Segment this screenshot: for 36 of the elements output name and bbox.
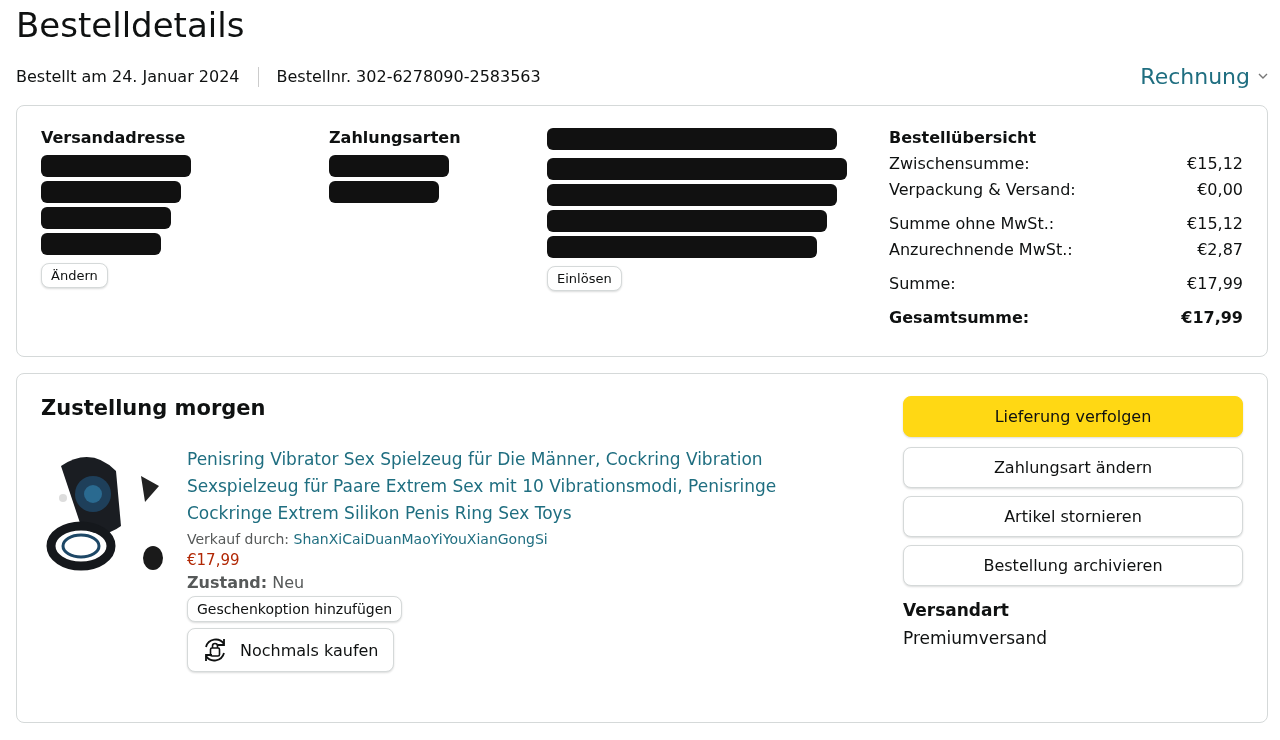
section-heading: Versandadresse [41, 128, 187, 147]
action-button[interactable]: Bestellung archivieren [903, 545, 1243, 586]
action-button[interactable]: Zahlungsart ändern [903, 447, 1243, 488]
shipping-heading: Versandart [903, 600, 1010, 620]
summary-value: €0,00 [1197, 179, 1243, 201]
section-heading: Zahlungsarten [329, 128, 462, 147]
page-title: Bestelldetails [16, 4, 246, 46]
product-price: €17,99 [187, 551, 241, 569]
condition-text: Zustand: Neu [187, 573, 306, 592]
summary-value: €17,99 [1181, 307, 1243, 329]
delivery-heading: Zustellung morgen [41, 396, 267, 420]
product-title-link[interactable]: Penisring Vibrator Sex Spielzeug für Die Männer, Cockring Vibration Sexspielzeug für Paare Extrem Sex mit 10 Vibrationsmodi, Penisringe Cockringe Extrem Silikon Penis Ring Sex Toys [187, 446, 787, 527]
summary-label: Zwischensumme: [889, 153, 1030, 175]
gift-option-button[interactable]: Geschenkoption hinzufügen [187, 596, 403, 622]
invoice-link[interactable]: Rechnung [1140, 64, 1268, 89]
buy-again-button[interactable]: Nochmals kaufen [187, 628, 394, 672]
summary-label: Summe ohne MwSt.: [889, 213, 1055, 235]
track-package-button[interactable]: Lieferung verfolgen [903, 396, 1243, 437]
section-heading: Bestellübersicht [889, 128, 1038, 147]
redeem-button[interactable]: Einlösen [547, 266, 622, 291]
summary-label: Summe: [889, 273, 956, 295]
seller-line: Verkauf durch: ShanXiCaiDuanMaoYiYouXianGongSi [187, 531, 549, 547]
order-number: Bestellnr. 302-6278090-2583563 [276, 67, 541, 86]
summary-label: Anzurechnende MwSt.: [889, 239, 1073, 261]
summary-label: Gesamtsumme: [889, 307, 1030, 329]
seller-link[interactable]: ShanXiCaiDuanMaoYiYouXianGongSi [293, 531, 548, 547]
shipping-method: Premiumversand [903, 628, 1048, 648]
summary-value: €17,99 [1187, 273, 1243, 295]
change-button[interactable]: Ändern [41, 263, 108, 288]
action-button[interactable]: Artikel stornieren [903, 496, 1243, 537]
order-date: Bestellt am 24. Januar 2024 [16, 67, 240, 86]
summary-value: €2,87 [1197, 239, 1243, 261]
summary-label: Verpackung & Versand: [889, 179, 1076, 201]
summary-value: €15,12 [1187, 153, 1243, 175]
summary-value: €15,12 [1187, 213, 1243, 235]
chevron-icon [1258, 73, 1268, 80]
